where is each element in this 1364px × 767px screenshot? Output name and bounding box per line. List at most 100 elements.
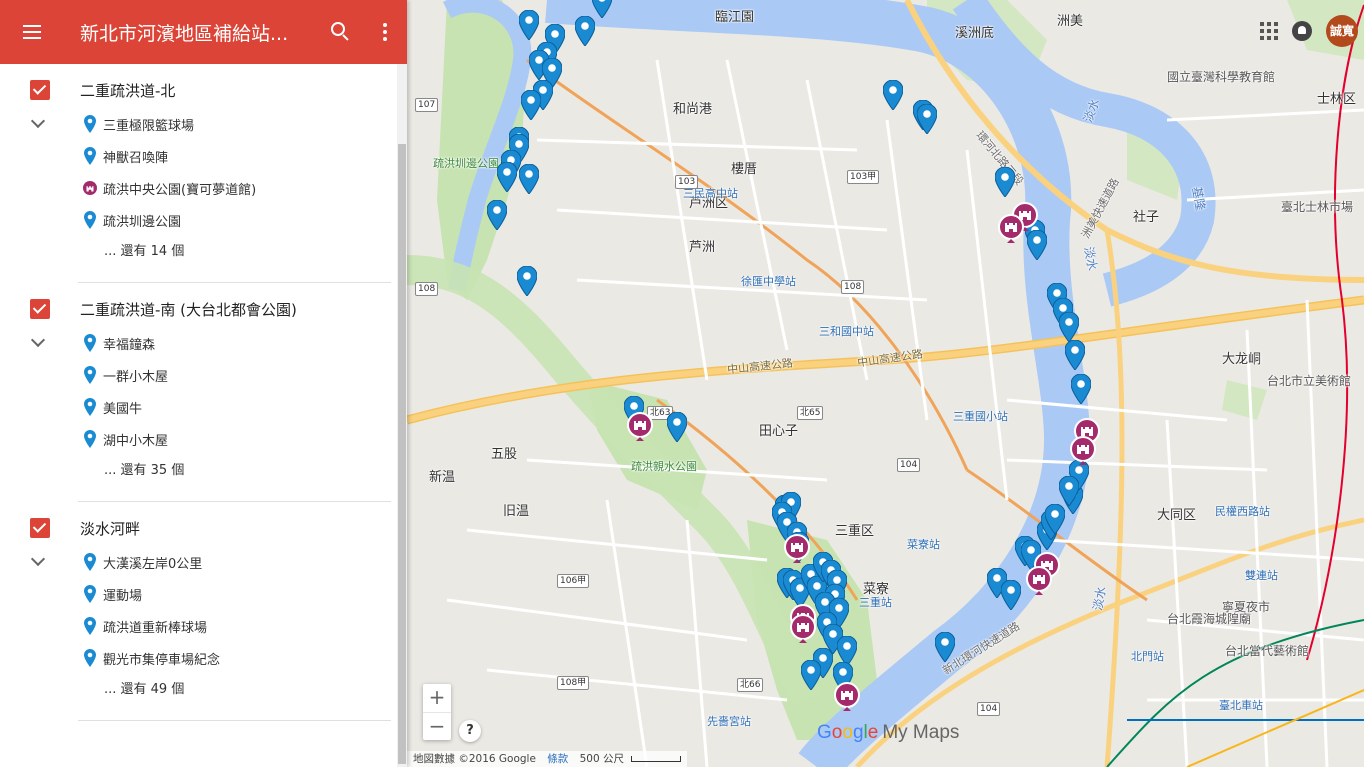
layer-visibility-checkbox[interactable] [30,80,50,100]
layer-item[interactable]: 一群小木屋 [0,359,397,391]
blue-pin-icon [83,397,97,417]
layer-header: 二重疏洪道-南 (大台北都會公園) [0,293,397,325]
layer-item[interactable]: 疏洪道重新棒球場 [0,610,397,642]
blue-pin-marker[interactable] [521,90,543,120]
map-label-station: 北門站 [1131,650,1164,663]
app-header: 新北市河濱地區補給站... [0,0,407,64]
map-label-district: 臨江園 [715,10,755,25]
pink-castle-marker[interactable] [784,534,810,564]
map-label-park: 疏洪圳邊公園 [433,157,499,170]
layer-title[interactable]: 二重疏洪道-北 [80,80,175,101]
blue-pin-marker[interactable] [883,80,905,110]
zoom-out-button[interactable]: − [423,712,451,740]
scrollbar-thumb[interactable] [398,144,406,764]
pink-castle-marker[interactable] [627,412,653,442]
blue-pin-marker[interactable] [1071,374,1093,404]
layer-item[interactable]: 運動場 [0,578,397,610]
pink-castle-marker[interactable] [790,614,816,644]
help-button[interactable]: ? [459,720,481,742]
layer-item[interactable]: 美國牛 [0,391,397,423]
map-label-station: 先嗇宮站 [707,715,751,728]
map-label-place: 台北當代藝術館 [1225,644,1310,658]
route-shield: 106甲 [557,574,590,588]
apps-grid-icon[interactable] [1260,22,1278,40]
scale-bar [631,756,682,762]
terms-link[interactable]: 條款 [547,753,568,765]
map-label-station: 雙連站 [1245,569,1278,582]
more-items-link[interactable]: ... 還有 35 個 [0,455,397,487]
menu-icon[interactable] [0,0,64,64]
layer-item-label: 一群小木屋 [103,369,169,385]
more-items-link[interactable]: ... 還有 14 個 [0,236,397,268]
map-canvas[interactable]: 臨江園 溪洲底 洲美 和尚港 樓厝 芦洲 芦洲区 社子 大龙峒 大同区 三重区 … [407,0,1364,767]
pink-castle-icon [83,178,97,198]
blue-pin-marker[interactable] [667,412,689,442]
blue-pin-marker[interactable] [995,167,1017,197]
route-shield: 104 [897,458,921,472]
layer-list: 二重疏洪道-北三重極限籃球場神獸召喚陣 疏洪中央公園(寶可夢道館) 疏洪圳邊公園..… [0,64,397,767]
layer-items: 幸福鐘森一群小木屋美國牛 湖中小木屋 ... 還有 35 個 [0,325,397,501]
layer-item-label: 三重極限籃球場 [103,118,195,134]
map-label-station: 三重站 [859,596,892,609]
blue-pin-marker[interactable] [1059,476,1081,506]
map-label-place: 臺北士林市場 [1281,200,1354,214]
map-title: 新北市河濱地區補給站... [80,22,289,45]
blue-pin-icon [83,365,97,385]
route-shield: 107 [415,98,439,112]
layer-item[interactable]: 神獸召喚陣 [0,140,397,172]
blue-pin-icon [83,648,97,668]
blue-pin-marker[interactable] [801,660,823,690]
search-icon[interactable] [319,10,363,54]
blue-pin-marker[interactable] [1059,312,1081,342]
pink-castle-marker[interactable] [998,214,1024,244]
layer-item[interactable]: 觀光市集停車場紀念 [0,642,397,674]
more-vert-icon[interactable] [363,10,407,54]
blue-pin-icon [83,146,97,166]
scrollbar-track[interactable] [397,64,407,767]
blue-pin-marker[interactable] [1027,230,1049,260]
google-my-maps-logo: Google My Maps [817,722,960,743]
pink-castle-marker[interactable] [1026,566,1052,596]
notifications-bell-icon[interactable] [1292,21,1312,41]
blue-pin-marker[interactable] [1001,580,1023,610]
blue-pin-marker[interactable] [497,162,519,192]
logo-product-name: My Maps [882,722,960,743]
blue-pin-marker[interactable] [917,104,939,134]
route-shield: 北66 [737,678,764,692]
layer-item[interactable]: 湖中小木屋 [0,423,397,455]
pink-castle-marker[interactable] [1070,436,1096,466]
blue-pin-marker[interactable] [487,200,509,230]
layer-item[interactable]: 疏洪圳邊公園 [0,204,397,236]
layer-title[interactable]: 淡水河畔 [80,518,140,539]
more-items-link[interactable]: ... 還有 49 個 [0,674,397,706]
map-label-station: 菜寮站 [907,538,940,551]
map-label-park: 疏洪親水公園 [631,460,697,473]
blue-pin-marker[interactable] [575,16,597,46]
attribution-text: 地図數據 ©2016 Google [413,753,536,765]
layer-visibility-checkbox[interactable] [30,299,50,319]
blue-pin-marker[interactable] [519,10,541,40]
user-avatar[interactable]: 誠寬 [1326,15,1358,47]
layer-item[interactable]: 三重極限籃球場 [0,108,397,140]
zoom-in-button[interactable]: + [423,684,451,712]
map-label-district: 社子 [1133,210,1160,225]
layer-item-label: 觀光市集停車場紀念 [103,652,221,668]
layer-item-label: 幸福鐘森 [103,337,156,353]
layer-item[interactable]: 疏洪中央公園(寶可夢道館) [0,172,397,204]
layer-item[interactable]: 大漢溪左岸0公里 [0,546,397,578]
pink-castle-marker[interactable] [834,682,860,712]
blue-pin-marker[interactable] [517,266,539,296]
route-shield: 北65 [797,406,824,420]
map-basemap [407,0,1364,767]
layer-item[interactable]: 幸福鐘森 [0,327,397,359]
blue-pin-marker[interactable] [1065,340,1087,370]
blue-pin-marker[interactable] [935,632,957,662]
blue-pin-icon [83,333,97,353]
scale-label: 500 公尺 [579,753,625,765]
layer-visibility-checkbox[interactable] [30,518,50,538]
route-shield: 108甲 [557,676,590,690]
map-attribution: 地図數據 ©2016 Google 條款 500 公尺 [407,751,688,767]
layer-title[interactable]: 二重疏洪道-南 (大台北都會公園) [80,299,297,320]
map-label-station: 民權西路站 [1215,505,1270,518]
map-label-station: 徐匯中學站 [741,275,796,288]
